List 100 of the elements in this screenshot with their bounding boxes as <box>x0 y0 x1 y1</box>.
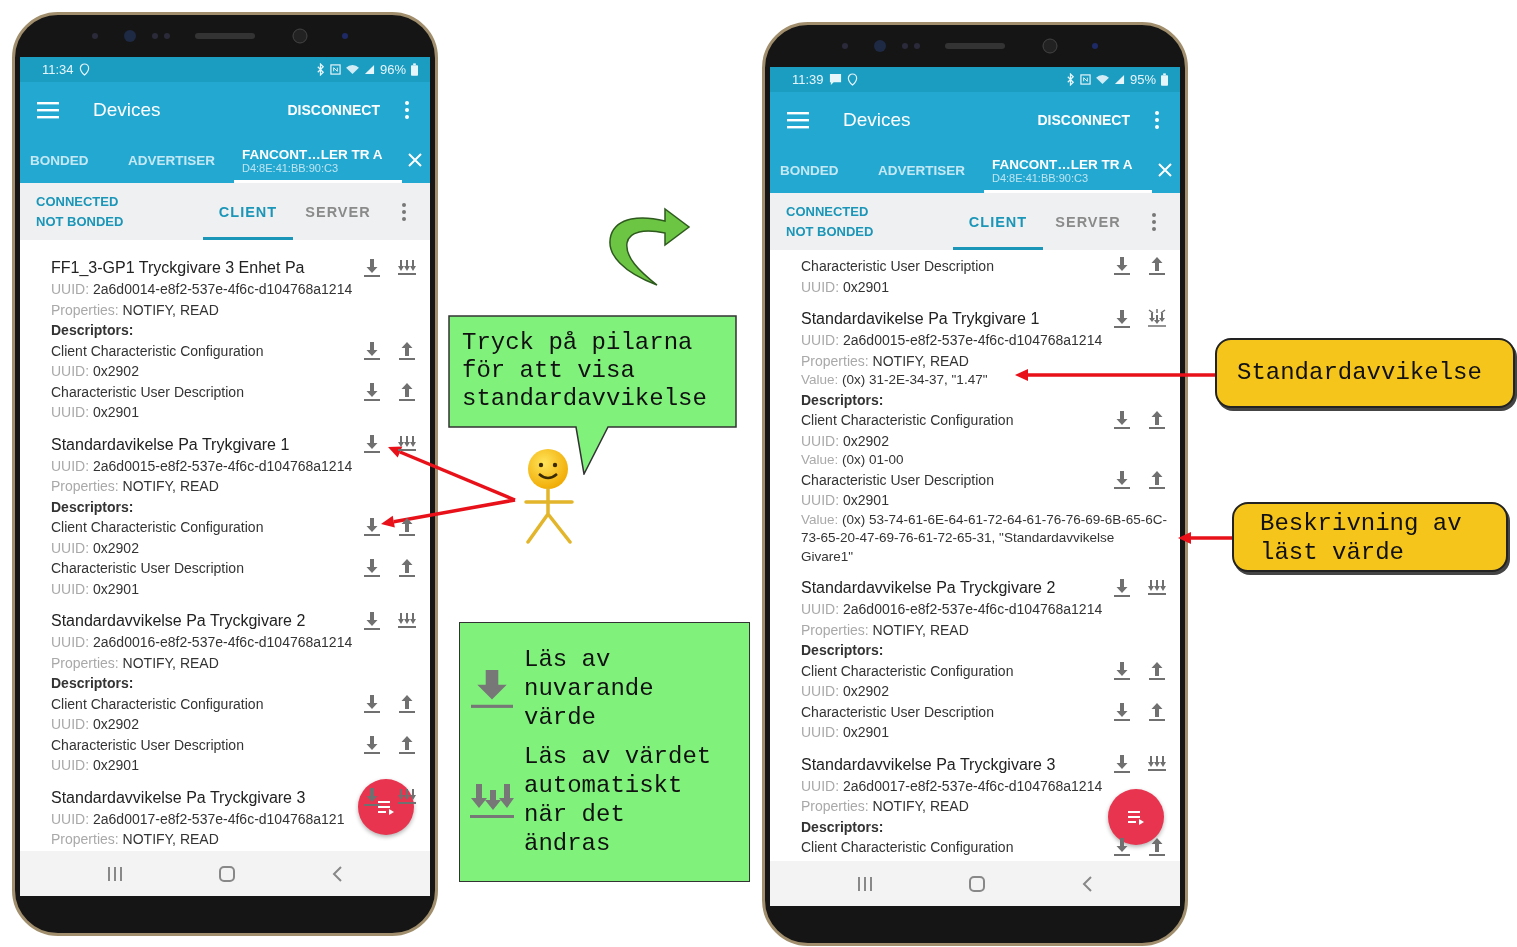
value-line: Value: (0x) 31-2E-34-37, "1.47" <box>801 371 988 389</box>
download-icon[interactable] <box>362 257 382 278</box>
upload-icon[interactable] <box>396 340 418 361</box>
download-icon[interactable] <box>1112 660 1132 681</box>
floating-action-button[interactable] <box>358 779 414 835</box>
download-icon[interactable] <box>1112 308 1132 329</box>
bluetooth-icon <box>315 63 325 76</box>
descriptors-heading: Descriptors: <box>51 674 134 693</box>
disconnect-button[interactable]: DISCONNECT <box>1037 111 1130 128</box>
uuid-line: UUID: 2a6d0016-e8f2-537e-4f6c-d104768a1214 <box>801 600 1103 619</box>
download-icon[interactable] <box>362 558 382 579</box>
recents-icon[interactable] <box>107 865 124 882</box>
menu-icon[interactable] <box>37 100 59 119</box>
upload-icon[interactable] <box>1146 256 1168 277</box>
download-icon[interactable] <box>362 434 382 454</box>
uuid-line: UUID: 0x2901 <box>801 277 889 297</box>
battery-percent: 96% <box>379 62 406 77</box>
triple-arrow-icon[interactable] <box>396 257 418 278</box>
upload-icon[interactable] <box>1146 410 1168 431</box>
menu-icon[interactable] <box>787 110 809 129</box>
download-icon[interactable] <box>362 517 382 538</box>
characteristic-name: Standardavvikelse Pa Tryckgivare 3 <box>801 754 1057 775</box>
instruction-text: Tryck på pilarna för att visa standardavvikelse <box>462 329 708 413</box>
list-icon <box>1127 809 1145 825</box>
device-tab[interactable]: BONDED <box>770 147 872 193</box>
uuid-line: UUID: 0x2902 <box>801 682 889 701</box>
download-icon[interactable] <box>1112 410 1132 431</box>
download-icon[interactable] <box>1112 577 1132 598</box>
floating-action-button[interactable] <box>1108 789 1164 845</box>
battery-icon <box>1161 73 1168 86</box>
mode-tab[interactable]: SERVER <box>1043 193 1133 250</box>
upload-icon[interactable] <box>396 517 418 538</box>
list-icon <box>377 799 395 815</box>
descriptor-name: Client Characteristic Configuration <box>801 838 1015 857</box>
descriptor-name: Client Characteristic Configuration <box>801 661 1015 681</box>
uuid-line: UUID: 0x2902 <box>801 431 889 451</box>
signal-icon <box>1113 74 1125 85</box>
more-icon[interactable] <box>1154 109 1160 130</box>
triple-arrow-icon[interactable] <box>396 787 418 807</box>
descriptors-heading: Descriptors: <box>51 497 134 517</box>
upload-icon[interactable] <box>1146 701 1168 722</box>
triple-arrow-icon[interactable] <box>1146 577 1168 598</box>
triple-arrow-icon[interactable] <box>396 434 418 454</box>
crossed-arrow-icon[interactable] <box>1146 308 1168 329</box>
home-icon[interactable] <box>968 874 986 893</box>
upload-icon[interactable] <box>396 693 418 714</box>
upload-icon[interactable] <box>396 558 418 579</box>
download-icon[interactable] <box>362 381 382 402</box>
close-icon[interactable] <box>408 153 422 167</box>
download-icon[interactable] <box>362 693 382 714</box>
download-icon[interactable] <box>1112 837 1132 858</box>
descriptor-name: Client Characteristic Configuration <box>51 341 265 361</box>
download-icon[interactable] <box>362 787 382 807</box>
properties-line: Properties: NOTIFY, READ <box>51 653 219 673</box>
upload-icon[interactable] <box>1146 660 1168 681</box>
download-icon[interactable] <box>362 610 382 631</box>
bluetooth-icon <box>1065 73 1075 86</box>
characteristic-name: Standardavikelse Pa Trykgivare 1 <box>51 434 291 455</box>
descriptor-name: Characteristic User Description <box>51 559 245 578</box>
more-icon[interactable] <box>401 201 407 222</box>
back-icon[interactable] <box>1080 874 1093 893</box>
download-icon[interactable] <box>362 734 382 755</box>
descriptor-name: Characteristic User Description <box>801 702 995 722</box>
download-icon[interactable] <box>1112 754 1132 774</box>
descriptor-name: Characteristic User Description <box>51 382 245 402</box>
descriptors-heading: Descriptors: <box>801 390 884 410</box>
uuid-line: UUID: 0x2901 <box>801 723 889 742</box>
descriptor-name: Client Characteristic Configuration <box>51 518 265 537</box>
characteristic-name: Standardavvikelse Pa Tryckgivare 2 <box>51 611 307 631</box>
download-icon[interactable] <box>1112 256 1132 277</box>
characteristic-name: FF1_3-GP1 Tryckgivare 3 Enhet Pa <box>51 258 306 278</box>
close-icon[interactable] <box>1158 163 1172 177</box>
properties-line: Properties: NOTIFY, READ <box>51 830 219 849</box>
upload-icon[interactable] <box>396 734 418 755</box>
triple-arrow-icon[interactable] <box>1146 754 1168 774</box>
upload-icon[interactable] <box>1146 837 1168 858</box>
device-tab[interactable]: ADVERTISER <box>872 147 984 193</box>
mode-tab[interactable]: SERVER <box>293 183 383 240</box>
back-icon[interactable] <box>330 864 343 883</box>
device-tab[interactable]: ADVERTISER <box>122 137 234 183</box>
recents-icon[interactable] <box>857 875 874 892</box>
pointer-arrow <box>1178 532 1232 544</box>
mode-tab[interactable]: CLIENT <box>953 193 1043 250</box>
more-icon[interactable] <box>404 99 410 120</box>
upload-icon[interactable] <box>1146 469 1168 490</box>
more-icon[interactable] <box>1151 211 1157 232</box>
disconnect-button[interactable]: DISCONNECT <box>287 101 380 118</box>
upload-icon[interactable] <box>396 381 418 402</box>
descriptor-name: Characteristic User Description <box>801 257 995 276</box>
home-icon[interactable] <box>218 864 236 883</box>
uuid-line: UUID: 0x2902 <box>51 715 139 734</box>
triple-arrow-icon[interactable] <box>396 610 418 631</box>
app-title: Devices <box>93 98 162 121</box>
mode-tab[interactable]: CLIENT <box>203 183 293 240</box>
uuid-line: UUID: 2a6d0014-e8f2-537e-4f6c-d104768a1214 <box>51 280 353 299</box>
download-icon[interactable] <box>1112 701 1132 722</box>
download-icon[interactable] <box>362 340 382 361</box>
wifi-icon <box>1095 74 1109 85</box>
device-tab[interactable]: BONDED <box>20 137 122 183</box>
download-icon[interactable] <box>1112 469 1132 490</box>
